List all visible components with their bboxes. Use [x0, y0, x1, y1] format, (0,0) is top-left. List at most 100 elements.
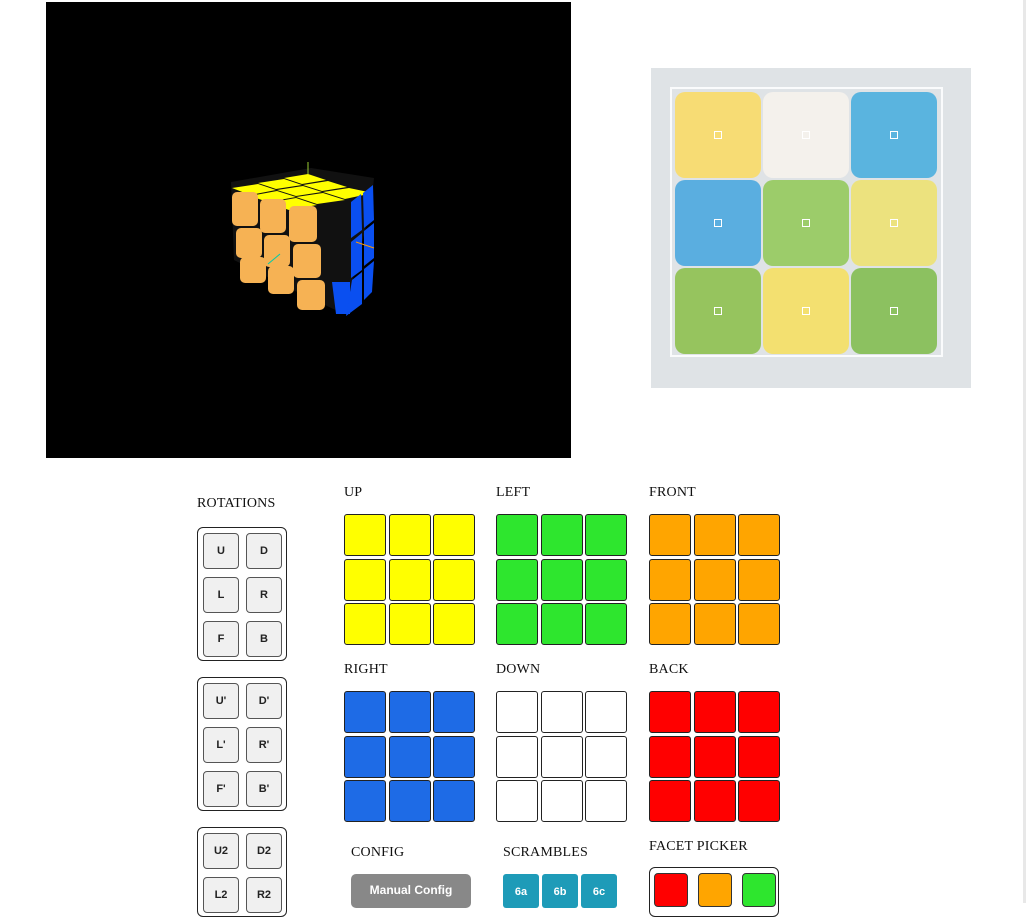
camera-marker-9 — [890, 307, 898, 315]
facet-front-4[interactable] — [649, 558, 691, 601]
face-grid-right — [344, 691, 475, 822]
face-label-front: FRONT — [649, 485, 696, 500]
rotation-button-f-prime[interactable]: F' — [203, 771, 239, 807]
rotation-button-l2[interactable]: L2 — [203, 877, 239, 913]
facet-down-5[interactable] — [540, 735, 583, 778]
face-grid-front — [649, 514, 780, 645]
facet-picker-title: FACET PICKER — [649, 839, 748, 854]
facet-front-9[interactable] — [738, 603, 780, 645]
facet-right-7[interactable] — [344, 780, 386, 822]
facet-picker-swatch-3[interactable] — [742, 873, 776, 907]
facet-back-2[interactable] — [693, 691, 736, 733]
facet-front-2[interactable] — [693, 514, 736, 556]
rotation-button-d2[interactable]: D2 — [246, 833, 282, 869]
facet-back-3[interactable] — [738, 691, 780, 733]
facet-front-3[interactable] — [738, 514, 780, 556]
face-grid-down — [496, 691, 627, 822]
rotation-button-r-prime[interactable]: R' — [246, 727, 282, 763]
facet-right-6[interactable] — [433, 735, 475, 778]
face-grid-up — [344, 514, 475, 645]
facet-up-2[interactable] — [388, 514, 431, 556]
facet-up-4[interactable] — [344, 558, 386, 601]
rotation-button-r[interactable]: R — [246, 577, 282, 613]
scrambles-title: SCRAMBLES — [503, 845, 589, 860]
facet-up-6[interactable] — [433, 558, 475, 601]
rotation-button-b-prime[interactable]: B' — [246, 771, 282, 807]
facet-up-3[interactable] — [433, 514, 475, 556]
facet-right-3[interactable] — [433, 691, 475, 733]
facet-left-3[interactable] — [585, 514, 627, 556]
facet-right-1[interactable] — [344, 691, 386, 733]
facet-down-4[interactable] — [496, 735, 538, 778]
facet-down-9[interactable] — [585, 780, 627, 822]
facet-front-8[interactable] — [693, 603, 736, 645]
face-label-down: DOWN — [496, 662, 541, 677]
facet-left-9[interactable] — [585, 603, 627, 645]
camera-marker-7 — [714, 307, 722, 315]
camera-marker-1 — [714, 131, 722, 139]
facet-down-3[interactable] — [585, 691, 627, 733]
facet-left-2[interactable] — [540, 514, 583, 556]
cube-front-face — [232, 192, 325, 310]
facet-right-8[interactable] — [388, 780, 431, 822]
facet-back-5[interactable] — [693, 735, 736, 778]
facet-down-1[interactable] — [496, 691, 538, 733]
rotation-button-u[interactable]: U — [203, 533, 239, 569]
facet-up-1[interactable] — [344, 514, 386, 556]
facet-picker-swatch-2[interactable] — [698, 873, 732, 907]
camera-marker-4 — [714, 219, 722, 227]
rotation-button-d[interactable]: D — [246, 533, 282, 569]
facet-picker — [649, 867, 779, 917]
rotation-button-f[interactable]: F — [203, 621, 239, 657]
facet-left-6[interactable] — [585, 558, 627, 601]
facet-back-8[interactable] — [693, 780, 736, 822]
facet-front-7[interactable] — [649, 603, 691, 645]
facet-front-1[interactable] — [649, 514, 691, 556]
facet-right-4[interactable] — [344, 735, 386, 778]
facet-down-7[interactable] — [496, 780, 538, 822]
facet-right-2[interactable] — [388, 691, 431, 733]
facet-down-2[interactable] — [540, 691, 583, 733]
facet-down-8[interactable] — [540, 780, 583, 822]
camera-marker-5 — [802, 219, 810, 227]
facet-back-1[interactable] — [649, 691, 691, 733]
rotation-button-u2[interactable]: U2 — [203, 833, 239, 869]
facet-front-5[interactable] — [693, 558, 736, 601]
facet-back-4[interactable] — [649, 735, 691, 778]
rotation-button-u-prime[interactable]: U' — [203, 683, 239, 719]
face-grid-left — [496, 514, 627, 645]
cube-3d-viewport[interactable] — [46, 2, 571, 458]
facet-up-9[interactable] — [433, 603, 475, 645]
face-grid-back — [649, 691, 780, 822]
rotation-group-clockwise: UDLRFB — [197, 527, 287, 661]
rotation-button-d-prime[interactable]: D' — [246, 683, 282, 719]
facet-left-1[interactable] — [496, 514, 538, 556]
face-label-back: BACK — [649, 662, 689, 677]
facet-up-5[interactable] — [388, 558, 431, 601]
rotation-button-l-prime[interactable]: L' — [203, 727, 239, 763]
facet-left-5[interactable] — [540, 558, 583, 601]
facet-right-5[interactable] — [388, 735, 431, 778]
facet-back-7[interactable] — [649, 780, 691, 822]
config-title: CONFIG — [351, 845, 405, 860]
facet-up-7[interactable] — [344, 603, 386, 645]
rotation-group-counterclockwise: U' D' L' R' F' B' — [197, 677, 287, 811]
rotation-group-double: U2 D2 L2 R2 — [197, 827, 287, 917]
facet-back-6[interactable] — [738, 735, 780, 778]
facet-front-6[interactable] — [738, 558, 780, 601]
facet-down-6[interactable] — [585, 735, 627, 778]
cube-3d-render — [231, 162, 375, 316]
face-label-right: RIGHT — [344, 662, 388, 677]
rotation-button-r2[interactable]: R2 — [246, 877, 282, 913]
facet-left-7[interactable] — [496, 603, 538, 645]
rotation-button-l[interactable]: L — [203, 577, 239, 613]
facet-picker-swatch-1[interactable] — [654, 873, 688, 907]
facet-back-9[interactable] — [738, 780, 780, 822]
face-label-left: LEFT — [496, 485, 531, 500]
facet-left-8[interactable] — [540, 603, 583, 645]
facet-up-8[interactable] — [388, 603, 431, 645]
camera-marker-2 — [802, 131, 810, 139]
facet-left-4[interactable] — [496, 558, 538, 601]
facet-right-9[interactable] — [433, 780, 475, 822]
rotation-button-b[interactable]: B — [246, 621, 282, 657]
